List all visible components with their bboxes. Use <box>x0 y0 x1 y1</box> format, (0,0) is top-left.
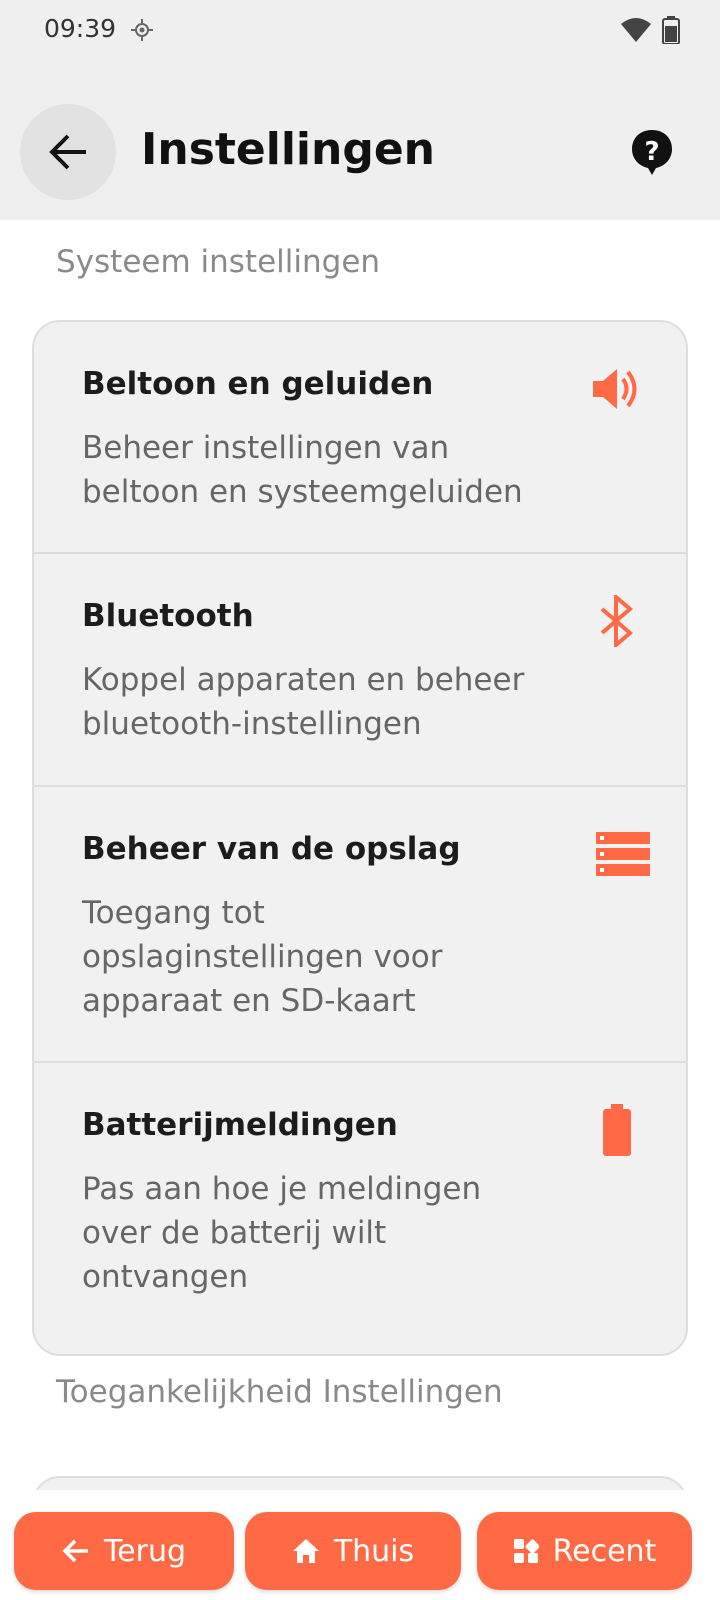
item-description: Beheer instellingen van beltoon en syste… <box>82 430 523 510</box>
settings-item-battery[interactable]: Batterijmeldingen Pas aan hoe je melding… <box>34 1063 686 1354</box>
item-title: Bluetooth <box>82 598 254 634</box>
arrow-left-icon <box>49 134 86 170</box>
help-icon[interactable]: ? <box>630 128 674 176</box>
wifi-icon <box>621 18 651 42</box>
back-button[interactable] <box>20 104 116 200</box>
section-title-accessibility: Toegankelijkheid Instellingen <box>56 1374 503 1410</box>
battery-icon <box>588 1101 646 1159</box>
svg-text:?: ? <box>644 137 659 167</box>
nav-home-button[interactable]: Thuis <box>245 1512 461 1590</box>
section-title-system: Systeem instellingen <box>56 244 381 280</box>
item-title: Beheer van de opslag <box>82 831 461 867</box>
recent-apps-icon <box>513 1539 539 1563</box>
arrow-left-icon <box>62 1539 88 1563</box>
home-icon <box>292 1539 319 1563</box>
battery-status-icon <box>662 16 680 44</box>
nav-recent-label: Recent <box>552 1533 657 1569</box>
settings-item-storage[interactable]: Beheer van de opslag Toegang tot opslagi… <box>34 787 686 1063</box>
settings-item-sound[interactable]: Beltoon en geluiden Beheer instellingen … <box>34 322 686 554</box>
nav-home-label: Thuis <box>333 1533 415 1569</box>
app-bar: 09:39 Instellingen ? <box>0 0 720 220</box>
status-time: 09:39 <box>44 14 117 43</box>
item-title: Beltoon en geluiden <box>82 366 434 402</box>
item-title: Batterijmeldingen <box>82 1107 398 1143</box>
item-description: Pas aan hoe je meldingen over de batteri… <box>82 1171 482 1295</box>
storage-icon <box>594 825 652 883</box>
bottom-navigation: Terug Thuis Recent <box>0 1490 720 1600</box>
nav-recent-button[interactable]: Recent <box>477 1512 692 1590</box>
nav-back-label: Terug <box>103 1533 187 1569</box>
speaker-icon <box>588 360 646 418</box>
item-description: Koppel apparaten en beheer bluetooth-ins… <box>82 662 525 742</box>
page-title: Instellingen <box>141 124 435 175</box>
settings-item-bluetooth[interactable]: Bluetooth Koppel apparaten en beheer blu… <box>34 554 686 787</box>
bluetooth-icon <box>588 592 646 650</box>
location-icon <box>131 19 153 41</box>
nav-back-button[interactable]: Terug <box>14 1512 234 1590</box>
item-description: Toegang tot opslaginstellingen voor appa… <box>82 895 443 1019</box>
system-settings-card: Beltoon en geluiden Beheer instellingen … <box>32 320 688 1356</box>
